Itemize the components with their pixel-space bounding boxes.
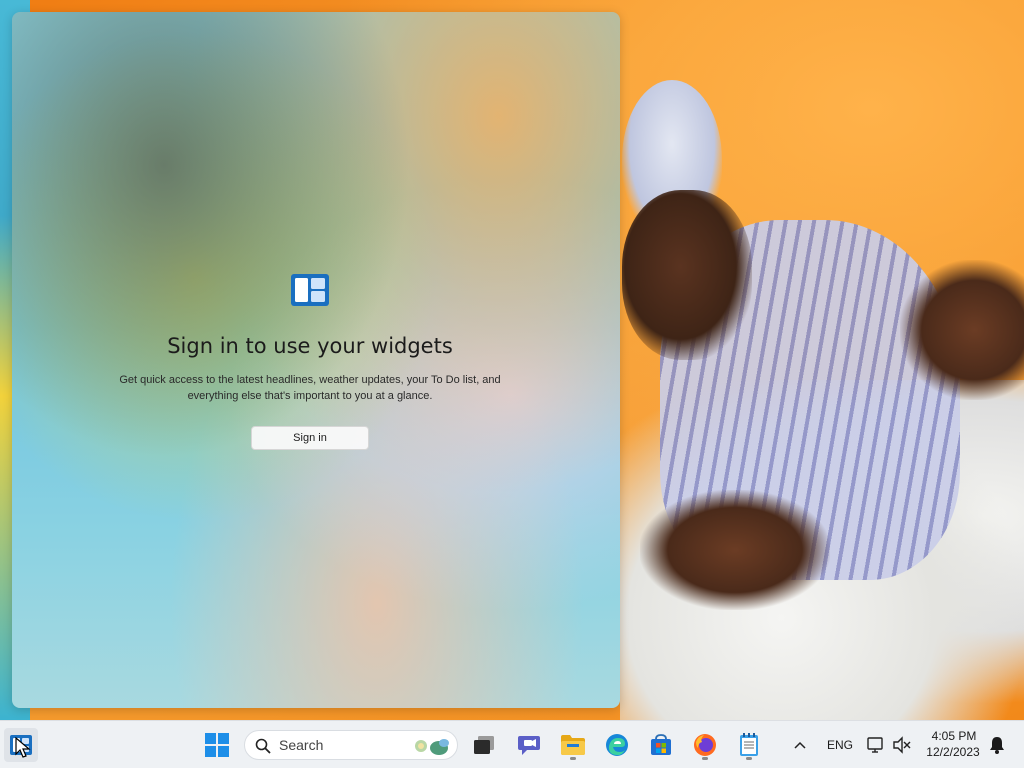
panel-description-line2: everything else that's important to you … [187, 390, 433, 402]
firefox-icon [694, 734, 716, 756]
wallpaper-figure-hand-right [900, 260, 1024, 400]
folder-icon [561, 735, 585, 755]
notepad-icon [740, 733, 758, 756]
edge-icon [606, 734, 628, 756]
bell-icon [990, 737, 1004, 754]
windows-logo-icon [205, 733, 229, 757]
firefox-button[interactable] [689, 729, 721, 761]
store-button[interactable] [645, 729, 677, 761]
network-icon [867, 737, 883, 753]
start-button[interactable] [201, 729, 233, 761]
panel-title: Sign in to use your widgets [167, 334, 453, 358]
taskbar-search-box[interactable]: Search [244, 730, 458, 760]
chevron-up-icon [794, 741, 806, 749]
sign-in-button[interactable]: Sign in [251, 426, 369, 450]
widgets-panel: Sign in to use your widgets Get quick ac… [12, 12, 620, 708]
language-indicator[interactable]: ENG [827, 738, 853, 752]
network-button[interactable] [864, 729, 888, 761]
edge-button[interactable] [601, 729, 633, 761]
store-icon [651, 734, 671, 755]
notepad-button[interactable] [733, 729, 765, 761]
search-highlight-icon [415, 739, 449, 755]
volume-button[interactable] [890, 729, 914, 761]
show-hidden-icons-button[interactable] [786, 729, 814, 761]
chat-icon [518, 736, 540, 755]
task-view-button[interactable] [468, 729, 500, 761]
volume-muted-icon [893, 736, 911, 754]
widgets-icon [291, 274, 329, 306]
notifications-button[interactable] [984, 729, 1010, 761]
panel-description-line1: Get quick access to the latest headlines… [119, 374, 501, 386]
running-indicator [702, 757, 708, 760]
task-view-icon [474, 736, 494, 754]
taskbar: Search ENG 4:05 PM 12/2/2023 [0, 720, 1024, 768]
search-placeholder: Search [279, 737, 324, 753]
wallpaper-figure-hand [640, 490, 830, 610]
file-explorer-button[interactable] [557, 729, 589, 761]
mouse-cursor-icon [15, 737, 31, 758]
running-indicator [570, 757, 576, 760]
clock-date[interactable]: 12/2/2023 [922, 745, 984, 759]
chat-button[interactable] [513, 729, 545, 761]
search-icon [255, 738, 271, 754]
wallpaper-figure-face [622, 190, 752, 360]
clock-time[interactable]: 4:05 PM [926, 729, 982, 743]
running-indicator [746, 757, 752, 760]
panel-description: Get quick access to the latest headlines… [102, 372, 518, 404]
